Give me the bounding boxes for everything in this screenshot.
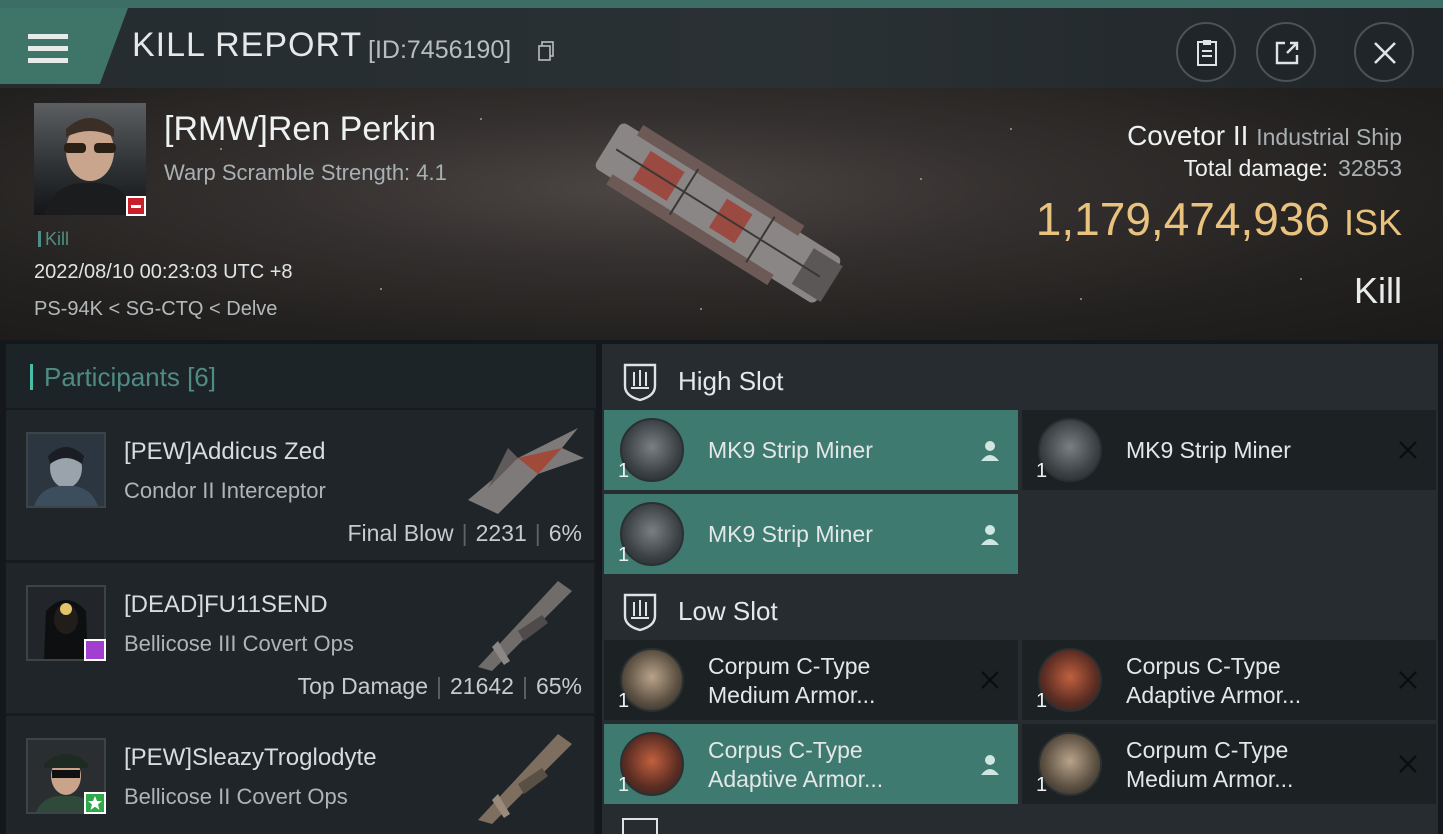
participant-damage: 21642 <box>450 673 514 699</box>
green-star-badge <box>84 792 106 814</box>
participant-percent: 65% <box>535 673 582 699</box>
victim-status-badge <box>126 196 146 216</box>
armor-hardener-icon <box>620 648 684 712</box>
dropped-person-icon <box>981 441 999 461</box>
high-slot-icon <box>623 363 657 402</box>
participant-ship-image <box>468 428 584 514</box>
armor-hardener-icon <box>1038 732 1102 796</box>
participant-stats: Final Blow | 2231 | 6% <box>347 520 583 546</box>
module-quantity: 1 <box>618 460 630 482</box>
isk-amount: 1,179,474,936 <box>1035 193 1330 245</box>
participant-ship-image <box>478 734 572 824</box>
participant-ship: Condor II Interceptor <box>124 478 326 503</box>
module-item[interactable]: 1 MK9 Strip Miner <box>1022 410 1436 490</box>
total-damage-value: 32853 <box>1338 155 1402 181</box>
module-quantity: 1 <box>1036 460 1048 482</box>
module-quantity: 1 <box>1036 774 1048 796</box>
module-item[interactable]: 1 Corpum C-Type Medium Armor... <box>604 640 1018 720</box>
participant-damage: 2231 <box>475 520 527 546</box>
participant-ship: Bellicose III Covert Ops <box>124 631 354 656</box>
share-button[interactable] <box>1256 22 1316 82</box>
module-quantity: 1 <box>618 774 630 796</box>
close-button[interactable] <box>1354 22 1414 82</box>
participant-name[interactable]: [PEW]SleazyTroglodyte <box>124 744 377 772</box>
low-slot-header: Low Slot <box>602 578 1438 642</box>
participant-row[interactable]: [PEW]SleazyTroglodyte Bellicose II Cover… <box>6 716 594 834</box>
module-name: Corpum C-Type Medium Armor... <box>708 653 876 708</box>
participant-name[interactable]: [PEW]Addicus Zed <box>124 438 325 466</box>
high-slot-header: High Slot <box>602 348 1438 412</box>
destroyed-x-icon <box>981 671 999 689</box>
participant-avatar[interactable] <box>26 432 106 508</box>
armor-hardener-icon <box>1038 648 1102 712</box>
participants-header[interactable]: Participants [6] <box>6 344 596 408</box>
participant-ship: Bellicose II Covert Ops <box>124 784 348 809</box>
page-title: KILL REPORT <box>132 26 363 64</box>
low-slot-icon <box>623 593 657 632</box>
next-slot-header-partial <box>622 818 658 834</box>
isk-value: 1,179,474,936 ISK <box>1036 192 1402 246</box>
total-damage-label: Total damage: <box>1183 155 1329 181</box>
kill-result: Kill <box>1353 270 1402 311</box>
participant-percent: 6% <box>548 520 582 546</box>
module-name: Corpus C-Type Adaptive Armor... <box>1126 653 1302 708</box>
armor-hardener-icon <box>620 732 684 796</box>
participant-row[interactable]: [PEW]Addicus Zed Condor II Interceptor F… <box>6 410 594 560</box>
kill-location[interactable]: PS-94K < SG-CTQ < Delve <box>34 298 277 321</box>
participant-role: Final Blow <box>347 520 454 546</box>
module-item[interactable]: 1 Corpum C-Type Medium Armor... <box>1022 724 1436 804</box>
clipboard-button[interactable] <box>1176 22 1236 82</box>
module-quantity: 1 <box>1036 690 1048 712</box>
destroyed-x-icon <box>1399 755 1417 773</box>
total-damage: Total damage: 32853 <box>1184 155 1402 182</box>
module-item[interactable]: 1 MK9 Strip Miner <box>604 410 1018 490</box>
dropped-person-icon <box>981 525 999 545</box>
kill-tag: Kill <box>38 229 69 250</box>
module-name: Corpum C-Type Medium Armor... <box>1126 737 1294 792</box>
module-name: Corpus C-Type Adaptive Armor... <box>708 737 884 792</box>
module-quantity: 1 <box>618 690 630 712</box>
isk-unit: ISK <box>1343 202 1402 243</box>
victim-ship[interactable]: Covetor II Industrial Ship <box>1127 120 1402 152</box>
module-quantity: 1 <box>618 544 630 566</box>
victim-name[interactable]: [RMW]Ren Perkin <box>164 110 436 149</box>
low-slot-label: Low Slot <box>678 596 778 626</box>
participant-ship-image <box>478 581 572 671</box>
participant-role: Top Damage <box>297 673 429 699</box>
module-name: MK9 Strip Miner <box>708 521 873 547</box>
participant-name[interactable]: [DEAD]FU11SEND <box>124 591 328 619</box>
destroyed-x-icon <box>1399 441 1417 459</box>
warp-scramble-strength: Warp Scramble Strength: 4.1 <box>164 160 447 185</box>
share-icon <box>1275 41 1299 65</box>
report-id: [ID:7456190] <box>368 36 512 64</box>
participants-title: Participants [6] <box>44 362 216 392</box>
ship-class: Industrial Ship <box>1256 124 1402 150</box>
dropped-person-icon <box>981 755 999 775</box>
clipboard-icon <box>1197 40 1217 66</box>
strip-miner-icon <box>1038 418 1102 482</box>
destroyed-x-icon <box>1399 671 1417 689</box>
module-name: MK9 Strip Miner <box>1126 437 1291 463</box>
high-slot-label: High Slot <box>678 366 784 396</box>
strip-miner-icon <box>620 418 684 482</box>
copy-icon[interactable] <box>538 41 554 61</box>
header-accent <box>30 364 33 390</box>
purple-badge <box>84 639 106 661</box>
participant-row[interactable]: [DEAD]FU11SEND Bellicose III Covert Ops … <box>6 563 594 713</box>
module-item[interactable]: 1 Corpus C-Type Adaptive Armor... <box>604 724 1018 804</box>
close-icon <box>1374 42 1396 64</box>
module-name: MK9 Strip Miner <box>708 437 873 463</box>
hamburger-icon <box>28 34 68 66</box>
module-item[interactable]: 1 MK9 Strip Miner <box>604 494 1018 574</box>
strip-miner-icon <box>620 502 684 566</box>
top-accent-line <box>0 0 1443 8</box>
module-item[interactable]: 1 Corpus C-Type Adaptive Armor... <box>1022 640 1436 720</box>
victim-ship-image <box>595 123 843 303</box>
kill-datetime: 2022/08/10 00:23:03 UTC +8 <box>34 261 293 283</box>
participant-stats: Top Damage | 21642 | 65% <box>297 673 582 699</box>
ship-name: Covetor II <box>1127 120 1249 151</box>
